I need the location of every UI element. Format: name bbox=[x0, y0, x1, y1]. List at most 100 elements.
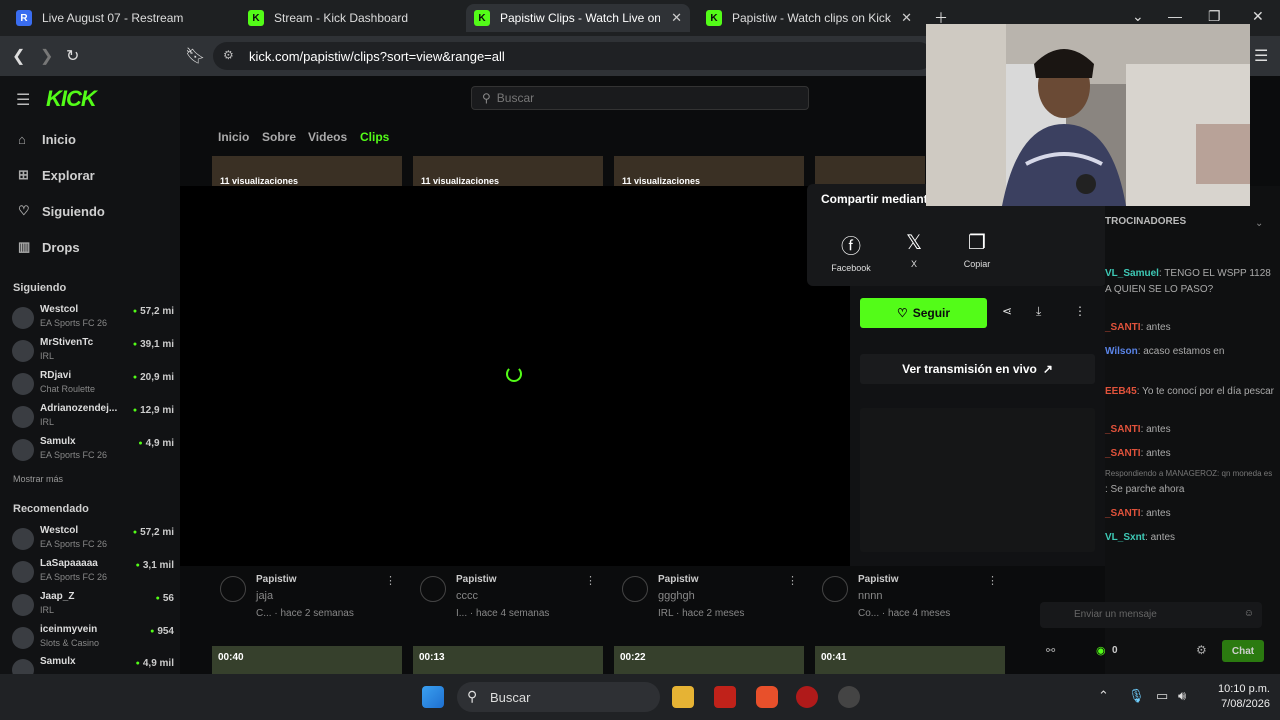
hamburger-menu-icon[interactable]: ☰ bbox=[16, 90, 30, 110]
send-chat-button[interactable]: Chat bbox=[1222, 640, 1264, 662]
clip-card[interactable]: Papistiw jaja C... · hace 2 semanas ⋮ bbox=[216, 570, 406, 630]
share-icon[interactable]: ⋖ bbox=[1002, 304, 1012, 318]
chat-user[interactable]: _SANTI bbox=[1105, 448, 1141, 459]
site-search-input[interactable]: ⚲ Buscar bbox=[471, 86, 809, 110]
windows-start-icon[interactable] bbox=[422, 686, 444, 708]
tab-list-chevron-icon[interactable]: ⌄ bbox=[1132, 8, 1144, 25]
tab-kick-dashboard[interactable]: K Stream - Kick Dashboard bbox=[240, 4, 465, 32]
tray-chevron-up-icon[interactable]: ⌃ bbox=[1098, 688, 1109, 704]
bookmark-icon[interactable]: 🔖︎ bbox=[185, 46, 205, 66]
show-more-link[interactable]: Mostrar más bbox=[13, 474, 63, 484]
more-options-icon[interactable]: ⋮ bbox=[987, 574, 998, 587]
tab-restream[interactable]: R Live August 07 - Restream bbox=[8, 4, 233, 32]
sidebar-channel[interactable]: Westcol EA Sports FC 26 57,2 mi bbox=[12, 304, 180, 336]
chat-user[interactable]: EEB45 bbox=[1105, 386, 1137, 397]
sidebar-channel[interactable]: Samulx 4,9 mil bbox=[12, 656, 180, 674]
sidebar-channel[interactable]: LaSapaaaaa EA Sports FC 26 3,1 mil bbox=[12, 558, 180, 590]
chat-user[interactable]: _SANTI bbox=[1105, 424, 1141, 435]
more-options-icon[interactable]: ⋮ bbox=[787, 574, 798, 587]
browser-menu-icon[interactable]: ☰ bbox=[1254, 46, 1268, 66]
chat-user[interactable]: Wilson bbox=[1105, 346, 1138, 357]
windows-taskbar: ⚲ Buscar ⌃ 🎙︎ ▭ 🔊︎ 10:10 p.m. 7/08/2026 bbox=[0, 674, 1280, 720]
sidebar-channel[interactable]: Samulx EA Sports FC 26 4,9 mi bbox=[12, 436, 180, 468]
follow-button[interactable]: ♡ Seguir bbox=[860, 298, 987, 328]
brave-browser-icon[interactable] bbox=[756, 686, 778, 708]
clip-thumbnail[interactable] bbox=[815, 156, 925, 186]
forward-icon[interactable]: ❯ bbox=[40, 46, 53, 66]
watch-live-button[interactable]: Ver transmisión en vivo ↗ bbox=[860, 354, 1095, 384]
copy-link-button[interactable]: ❐ Copiar bbox=[947, 230, 1007, 269]
avatar bbox=[12, 307, 34, 329]
network-icon[interactable]: ▭ bbox=[1156, 688, 1168, 704]
more-options-icon[interactable]: ⋮ bbox=[385, 574, 396, 587]
file-explorer-icon[interactable] bbox=[672, 686, 694, 708]
tab-videos[interactable]: Videos bbox=[308, 130, 347, 144]
follow-label: Seguir bbox=[912, 306, 951, 320]
sidebar-channel[interactable]: Jaap_Z IRL 56 bbox=[12, 591, 180, 623]
sidebar-channel[interactable]: RDjavi Chat Roulette 20,9 mi bbox=[12, 370, 180, 402]
watch-live-label: Ver transmisión en vivo bbox=[902, 362, 1037, 376]
tab-clips[interactable]: Clips bbox=[360, 130, 389, 144]
chat-message-input[interactable]: Enviar un mensaje ☺ bbox=[1040, 602, 1262, 628]
minimize-icon[interactable]: — bbox=[1168, 8, 1182, 24]
site-settings-icon[interactable]: ⚙ bbox=[223, 48, 234, 62]
nav-drops[interactable]: ▥ Drops bbox=[18, 239, 80, 255]
tab-title: Stream - Kick Dashboard bbox=[274, 11, 409, 25]
tab-papistiw-clips[interactable]: K Papistiw Clips - Watch Live on Kick ✕ bbox=[466, 4, 690, 32]
close-window-icon[interactable]: ✕ bbox=[1252, 8, 1264, 25]
chat-user[interactable]: _SANTI bbox=[1105, 508, 1141, 519]
nav-explorar[interactable]: ⊞ Explorar bbox=[18, 167, 95, 183]
clip-thumbnail[interactable]: 11 visualizaciones bbox=[413, 156, 603, 186]
clip-thumbnail[interactable]: 00:40 bbox=[212, 646, 402, 674]
clip-thumbnail[interactable]: 11 visualizaciones bbox=[212, 156, 402, 186]
more-options-icon[interactable]: ⋮ bbox=[585, 574, 596, 587]
nav-inicio[interactable]: ⌂ Inicio bbox=[18, 132, 76, 147]
chat-user[interactable]: VL_Samuel bbox=[1105, 268, 1159, 279]
download-icon[interactable]: ⤓ bbox=[1036, 304, 1041, 319]
clip-card[interactable]: Papistiw cccc I... · hace 4 semanas ⋮ bbox=[416, 570, 606, 630]
clip-thumbnail[interactable]: 00:13 bbox=[413, 646, 603, 674]
chat-message: Wilson: acaso estamos en bbox=[1105, 344, 1275, 360]
obs-icon[interactable] bbox=[838, 686, 860, 708]
link-icon[interactable]: ⚯ bbox=[1046, 644, 1055, 657]
tab-papistiw-watch-clips[interactable]: K Papistiw - Watch clips on Kick ✕ bbox=[698, 4, 920, 32]
reload-icon[interactable]: ↻ bbox=[66, 46, 79, 66]
clip-thumbnail[interactable]: 00:41 bbox=[815, 646, 1005, 674]
loading-spinner-icon bbox=[506, 366, 522, 382]
taskbar-clock[interactable]: 10:10 p.m. 7/08/2026 bbox=[1200, 682, 1270, 712]
sidebar-channel[interactable]: MrStivenTc IRL 39,1 mi bbox=[12, 337, 180, 369]
maximize-icon[interactable]: ❐ bbox=[1208, 8, 1221, 25]
voicemeeter-icon[interactable] bbox=[714, 686, 736, 708]
clip-card[interactable]: Papistiw ggghgh IRL · hace 2 meses ⋮ bbox=[618, 570, 808, 630]
microphone-icon[interactable]: 🎙︎ bbox=[1128, 688, 1145, 704]
close-tab-icon[interactable]: ✕ bbox=[671, 10, 682, 26]
back-icon[interactable]: ❮ bbox=[12, 46, 25, 66]
sidebar-channel[interactable]: Adrianozendej... IRL 12,9 mi bbox=[12, 403, 180, 435]
tab-inicio[interactable]: Inicio bbox=[218, 130, 249, 144]
clip-meta: C... · hace 2 semanas bbox=[256, 608, 354, 619]
more-options-icon[interactable]: ⋮ bbox=[1074, 304, 1086, 318]
avatar bbox=[12, 340, 34, 362]
tab-sobre[interactable]: Sobre bbox=[262, 130, 296, 144]
clip-card[interactable]: Papistiw nnnn Co... · hace 4 meses ⋮ bbox=[818, 570, 1008, 630]
emoji-icon[interactable]: ☺ bbox=[1244, 608, 1254, 619]
chat-settings-gear-icon[interactable]: ⚙ bbox=[1196, 643, 1207, 657]
clip-thumbnail[interactable]: 00:22 bbox=[614, 646, 804, 674]
chat-text: : antes bbox=[1145, 532, 1176, 543]
clip-thumbnail[interactable]: 11 visualizaciones bbox=[614, 156, 804, 186]
share-x-button[interactable]: 𝕏X bbox=[884, 230, 944, 269]
chevron-down-icon[interactable]: ⌄ bbox=[1255, 218, 1263, 229]
app-icon[interactable] bbox=[796, 686, 818, 708]
kick-logo[interactable]: KICK bbox=[46, 86, 97, 112]
address-bar[interactable]: ⚙ kick.com/papistiw/clips?sort=view&rang… bbox=[213, 42, 933, 70]
nav-siguiendo[interactable]: ♡ Siguiendo bbox=[18, 203, 105, 219]
chat-user[interactable]: _SANTI bbox=[1105, 322, 1141, 333]
chat-user[interactable]: VL_Sxnt bbox=[1105, 532, 1145, 543]
taskbar-search[interactable]: ⚲ Buscar bbox=[457, 682, 660, 712]
clip-player[interactable] bbox=[180, 186, 850, 566]
volume-icon[interactable]: 🔊︎ bbox=[1178, 688, 1186, 704]
close-tab-icon[interactable]: ✕ bbox=[901, 10, 912, 26]
sidebar-channel[interactable]: Westcol EA Sports FC 26 57,2 mi bbox=[12, 525, 180, 557]
share-facebook-button[interactable]: ⓕ Facebook bbox=[821, 230, 881, 273]
sidebar-channel[interactable]: iceinmyvein Slots & Casino 954 bbox=[12, 624, 180, 656]
